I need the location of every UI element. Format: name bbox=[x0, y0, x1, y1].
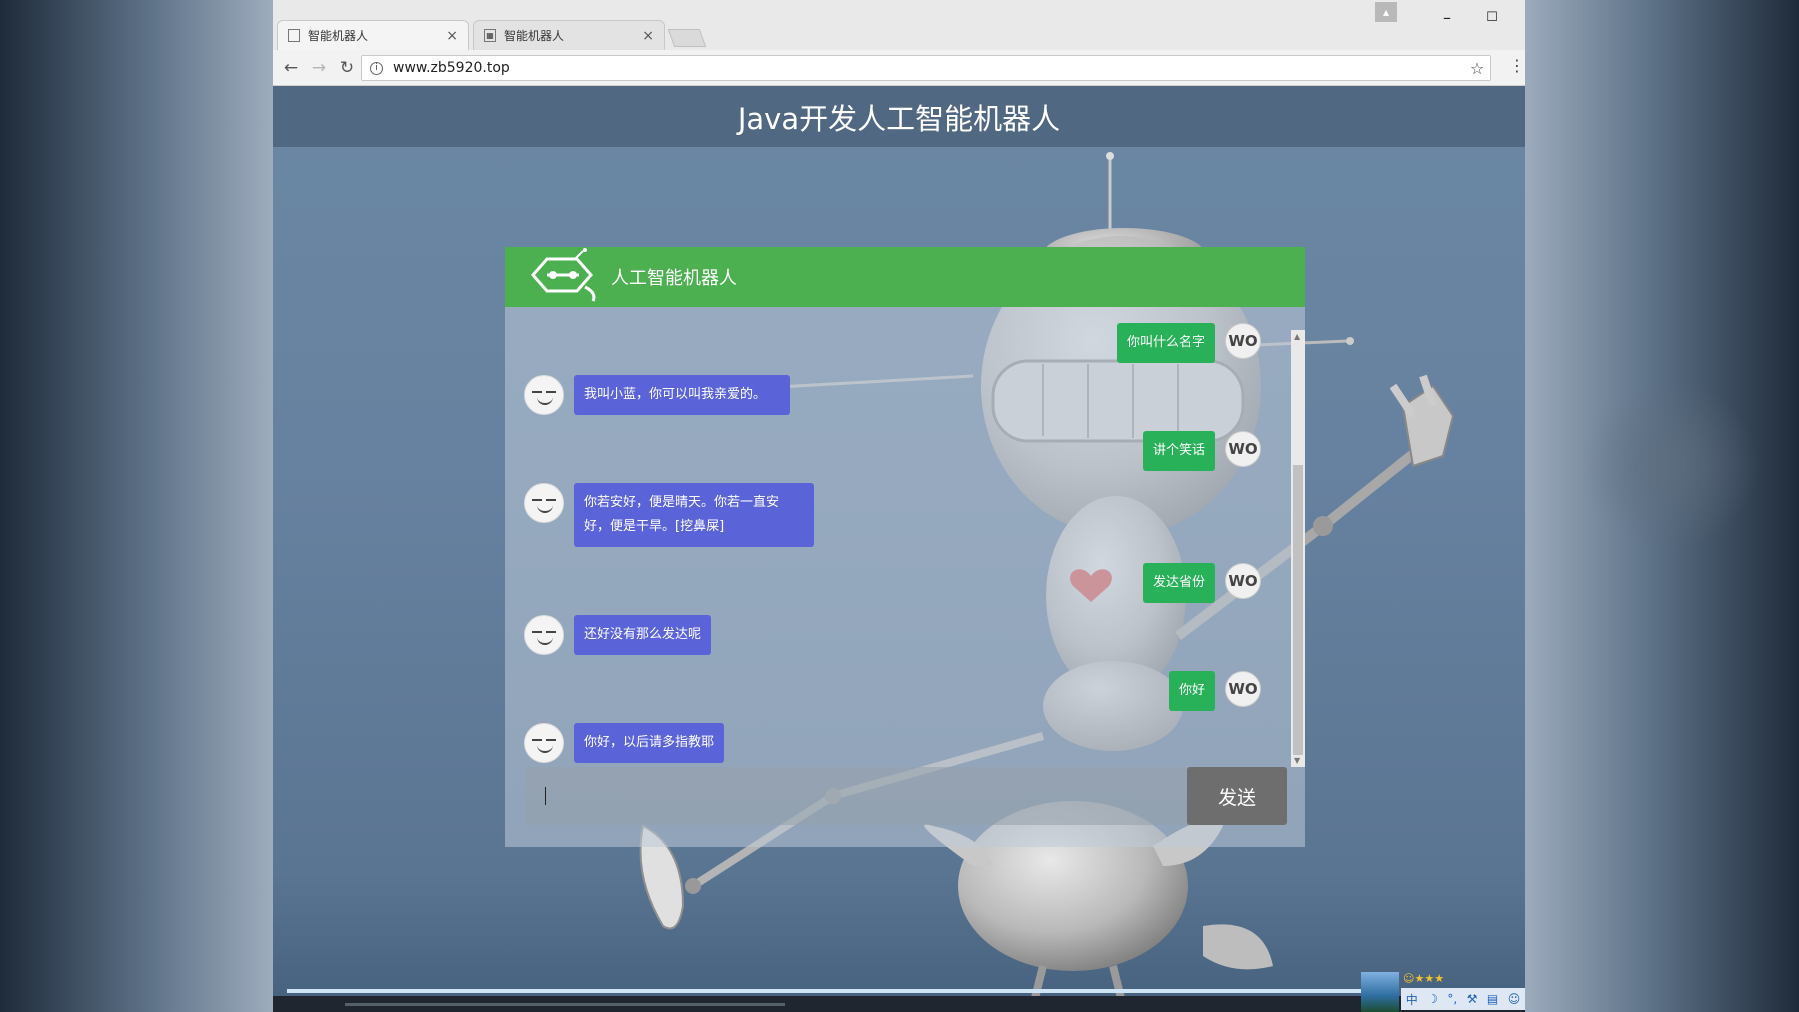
maximize-button[interactable]: ☐ bbox=[1472, 2, 1512, 32]
bottom-strip bbox=[273, 996, 1525, 1012]
user-avatar: WO bbox=[1225, 563, 1261, 599]
close-window-button[interactable]: ✕ bbox=[1517, 2, 1525, 32]
bot-bubble: 你若安好，便是晴天。你若一直安好，便是干旱。[挖鼻屎] bbox=[574, 483, 814, 547]
send-button[interactable]: 发送 bbox=[1187, 767, 1287, 825]
url-text: www.zb5920.top bbox=[393, 60, 510, 76]
bot-avatar bbox=[524, 483, 564, 523]
page-title: Java开发人工智能机器人 bbox=[737, 101, 1061, 136]
bot-message: 你若安好，便是晴天。你若一直安好，便是干旱。[挖鼻屎] bbox=[524, 483, 814, 547]
user-bubble: 你叫什么名字 bbox=[1116, 323, 1215, 363]
user-message: 你叫什么名字 WO bbox=[1116, 323, 1261, 363]
robot-logo-icon bbox=[531, 248, 596, 302]
bookmark-star-icon[interactable]: ☆ bbox=[1464, 59, 1490, 78]
scroll-thumb[interactable] bbox=[1293, 465, 1303, 755]
scroll-up-icon[interactable]: ▲ bbox=[1294, 332, 1300, 341]
seek-track bbox=[345, 1003, 785, 1006]
address-bar[interactable]: i www.zb5920.top ☆ bbox=[361, 55, 1491, 81]
user-avatar: WO bbox=[1225, 323, 1261, 359]
menu-icon[interactable]: ⋮ bbox=[1509, 56, 1525, 75]
bot-avatar bbox=[524, 375, 564, 415]
skin-thumbnail[interactable] bbox=[1361, 972, 1399, 1012]
moon-icon[interactable]: ☽ bbox=[1427, 992, 1438, 1006]
message-input[interactable] bbox=[525, 767, 1188, 825]
ime-toolbar: ☺★★★ 中 ☽ °, ⚒ ▤ ☺ bbox=[1361, 972, 1525, 1012]
user-avatar: WO bbox=[1225, 431, 1261, 467]
punctuation-icon[interactable]: °, bbox=[1447, 992, 1457, 1006]
title-bar: 智能机器人 × ▦ 智能机器人 × ▴ – ☐ ✕ bbox=[273, 0, 1525, 50]
user-icon[interactable]: ▴ bbox=[1375, 2, 1397, 22]
user-message: 讲个笑话 WO bbox=[1142, 431, 1261, 471]
user-bubble: 你好 bbox=[1168, 671, 1215, 711]
chat-window: 人工智能机器人 你叫什么名字 WO 我叫小蓝，你可以叫我亲爱的。 讲个笑话 WO bbox=[505, 247, 1305, 847]
page-content: Java开发人工智能机器人 人工智能机器人 你叫什么名字 WO 我叫小蓝，你可以… bbox=[273, 86, 1525, 1012]
bot-message: 还好没有那么发达呢 bbox=[524, 615, 712, 655]
forward-arrow-icon[interactable]: → bbox=[305, 54, 333, 82]
tab-1[interactable]: 智能机器人 × bbox=[277, 20, 469, 50]
chat-scrollbar[interactable]: ▲ ▼ bbox=[1291, 330, 1305, 767]
info-icon[interactable]: i bbox=[370, 61, 383, 75]
browser-window: 智能机器人 × ▦ 智能机器人 × ▴ – ☐ ✕ ← → ↻ i www.zb… bbox=[273, 0, 1525, 1012]
bot-message: 你好，以后请多指教耶 bbox=[524, 723, 725, 763]
tab-2[interactable]: ▦ 智能机器人 × bbox=[473, 20, 665, 50]
chinese-mode-icon[interactable]: 中 bbox=[1406, 991, 1418, 1008]
document-icon[interactable]: ▤ bbox=[1487, 992, 1498, 1006]
bot-bubble: 你好，以后请多指教耶 bbox=[574, 723, 725, 763]
chat-title: 人工智能机器人 bbox=[611, 268, 737, 289]
close-tab-icon[interactable]: × bbox=[446, 28, 458, 44]
image-icon: ▦ bbox=[484, 29, 496, 42]
message-list[interactable]: 你叫什么名字 WO 我叫小蓝，你可以叫我亲爱的。 讲个笑话 WO 你若安好，便是… bbox=[505, 307, 1297, 767]
toolbar: ← → ↻ i www.zb5920.top ☆ ⋮ bbox=[273, 50, 1525, 86]
ime-bar[interactable]: 中 ☽ °, ⚒ ▤ ☺ bbox=[1401, 988, 1525, 1010]
smiley-icon[interactable]: ☺ bbox=[1508, 992, 1521, 1006]
user-bubble: 讲个笑话 bbox=[1142, 431, 1215, 471]
page-load-bar bbox=[287, 989, 1367, 993]
user-avatar: WO bbox=[1225, 671, 1261, 707]
page-icon bbox=[288, 29, 300, 42]
user-bubble: 发达省份 bbox=[1142, 563, 1215, 603]
close-tab-icon[interactable]: × bbox=[642, 28, 654, 44]
bot-avatar bbox=[524, 615, 564, 655]
back-arrow-icon[interactable]: ← bbox=[277, 54, 305, 82]
wrench-icon[interactable]: ⚒ bbox=[1467, 992, 1478, 1006]
minimize-button[interactable]: – bbox=[1427, 2, 1467, 32]
background-blur bbox=[1580, 380, 1760, 550]
reload-icon[interactable]: ↻ bbox=[333, 54, 361, 82]
browser-chrome: 智能机器人 × ▦ 智能机器人 × ▴ – ☐ ✕ ← → ↻ i www.zb… bbox=[273, 0, 1525, 86]
user-message: 发达省份 WO bbox=[1142, 563, 1261, 603]
bot-avatar bbox=[524, 723, 564, 763]
page-header: Java开发人工智能机器人 bbox=[273, 86, 1525, 147]
tab-label: 智能机器人 bbox=[504, 29, 565, 43]
chat-header: 人工智能机器人 bbox=[505, 247, 1305, 307]
tab-label: 智能机器人 bbox=[308, 29, 369, 43]
text-caret bbox=[545, 787, 546, 805]
bot-bubble: 还好没有那么发达呢 bbox=[574, 615, 712, 655]
bot-bubble: 我叫小蓝，你可以叫我亲爱的。 bbox=[574, 375, 790, 415]
rating-icon: ☺★★★ bbox=[1403, 972, 1445, 985]
new-tab-button[interactable] bbox=[667, 29, 707, 47]
bot-message: 我叫小蓝，你可以叫我亲爱的。 bbox=[524, 375, 790, 415]
scroll-down-icon[interactable]: ▼ bbox=[1294, 756, 1300, 765]
desktop-left-shade bbox=[0, 0, 273, 1012]
user-message: 你好 WO bbox=[1168, 671, 1261, 711]
